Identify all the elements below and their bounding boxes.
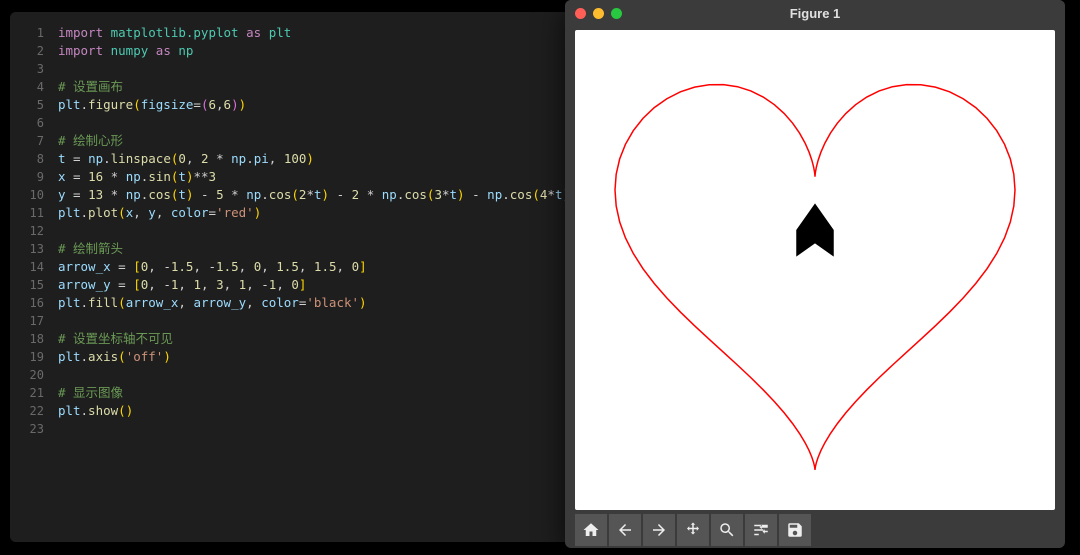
code-line[interactable]: x = 16 * np.sin(t)**3: [58, 168, 570, 186]
code-line[interactable]: [58, 312, 570, 330]
code-line[interactable]: plt.show(): [58, 402, 570, 420]
pan-button[interactable]: [677, 514, 709, 546]
line-number: 17: [10, 312, 44, 330]
plot-canvas: [575, 30, 1055, 510]
line-number: 20: [10, 366, 44, 384]
code-line[interactable]: plt.fill(arrow_x, arrow_y, color='black'…: [58, 294, 570, 312]
code-line[interactable]: [58, 420, 570, 438]
line-number: 3: [10, 60, 44, 78]
code-line[interactable]: t = np.linspace(0, 2 * np.pi, 100): [58, 150, 570, 168]
code-line[interactable]: [58, 222, 570, 240]
line-number: 7: [10, 132, 44, 150]
code-line[interactable]: y = 13 * np.cos(t) - 5 * np.cos(2*t) - 2…: [58, 186, 570, 204]
code-editor[interactable]: 1234567891011121314151617181920212223 im…: [10, 12, 570, 542]
line-number: 23: [10, 420, 44, 438]
window-title: Figure 1: [565, 6, 1065, 21]
line-number-gutter: 1234567891011121314151617181920212223: [10, 12, 52, 542]
code-line[interactable]: # 绘制心形: [58, 132, 570, 150]
heart-curve: [615, 85, 1015, 470]
line-number: 13: [10, 240, 44, 258]
code-line[interactable]: [58, 60, 570, 78]
forward-button[interactable]: [643, 514, 675, 546]
heart-plot: [575, 30, 1055, 510]
line-number: 9: [10, 168, 44, 186]
code-line[interactable]: plt.plot(x, y, color='red'): [58, 204, 570, 222]
code-line[interactable]: arrow_x = [0, -1.5, -1.5, 0, 1.5, 1.5, 0…: [58, 258, 570, 276]
code-line[interactable]: # 设置画布: [58, 78, 570, 96]
line-number: 18: [10, 330, 44, 348]
back-button[interactable]: [609, 514, 641, 546]
line-number: 12: [10, 222, 44, 240]
code-line[interactable]: [58, 114, 570, 132]
line-number: 4: [10, 78, 44, 96]
line-number: 21: [10, 384, 44, 402]
line-number: 6: [10, 114, 44, 132]
save-button[interactable]: [779, 514, 811, 546]
line-number: 22: [10, 402, 44, 420]
code-line[interactable]: # 设置坐标轴不可见: [58, 330, 570, 348]
arrow-shape: [796, 203, 834, 256]
line-number: 8: [10, 150, 44, 168]
code-line[interactable]: arrow_y = [0, -1, 1, 3, 1, -1, 0]: [58, 276, 570, 294]
line-number: 1: [10, 24, 44, 42]
code-line[interactable]: # 显示图像: [58, 384, 570, 402]
line-number: 11: [10, 204, 44, 222]
window-titlebar: Figure 1: [565, 0, 1065, 26]
home-button[interactable]: [575, 514, 607, 546]
code-area[interactable]: import matplotlib.pyplot as pltimport nu…: [52, 12, 570, 542]
line-number: 5: [10, 96, 44, 114]
matplotlib-window: Figure 1: [565, 0, 1065, 548]
line-number: 2: [10, 42, 44, 60]
line-number: 19: [10, 348, 44, 366]
line-number: 14: [10, 258, 44, 276]
configure-button[interactable]: [745, 514, 777, 546]
code-line[interactable]: import numpy as np: [58, 42, 570, 60]
line-number: 16: [10, 294, 44, 312]
line-number: 15: [10, 276, 44, 294]
code-line[interactable]: plt.axis('off'): [58, 348, 570, 366]
zoom-button[interactable]: [711, 514, 743, 546]
code-line[interactable]: # 绘制箭头: [58, 240, 570, 258]
code-line[interactable]: plt.figure(figsize=(6,6)): [58, 96, 570, 114]
code-line[interactable]: [58, 366, 570, 384]
matplotlib-toolbar: [575, 514, 1055, 546]
line-number: 10: [10, 186, 44, 204]
code-line[interactable]: import matplotlib.pyplot as plt: [58, 24, 570, 42]
